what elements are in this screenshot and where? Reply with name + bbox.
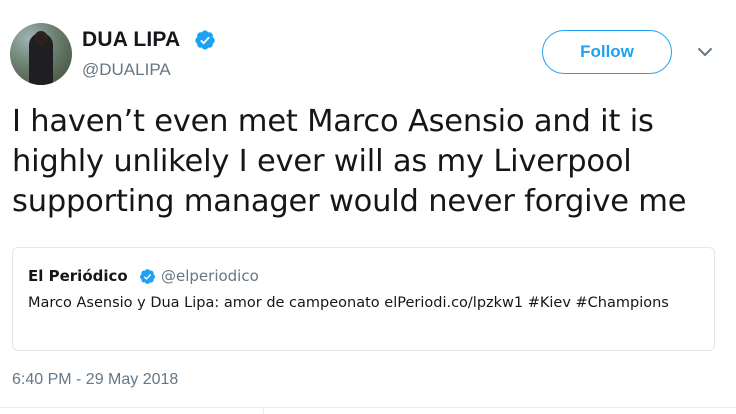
quoted-author-name: El Periódico [28,267,128,285]
tweet-card: DUA LIPA @DUALIPA Follow I haven’t even … [0,0,736,414]
quoted-tweet-text: Marco Asensio y Dua Lipa: amor de campeo… [28,295,669,311]
avatar[interactable] [10,23,72,85]
tweet-timestamp[interactable]: 6:40 PM - 29 May 2018 [12,371,178,389]
quoted-author-handle: @elperiodico [161,267,259,285]
divider [0,407,736,408]
author-handle[interactable]: @DUALIPA [82,60,171,80]
verified-badge-icon [140,269,155,284]
divider-tick [263,407,264,414]
follow-button[interactable]: Follow [542,30,672,74]
avatar-head [34,31,48,46]
verified-badge-icon [195,30,215,50]
chevron-down-icon[interactable] [696,45,714,59]
tweet-text: I haven’t even met Marco Asensio and it … [12,104,687,219]
quoted-tweet[interactable]: El Periódico @elperiodico Marco Asensio … [12,247,715,351]
author-name[interactable]: DUA LIPA [82,28,180,52]
